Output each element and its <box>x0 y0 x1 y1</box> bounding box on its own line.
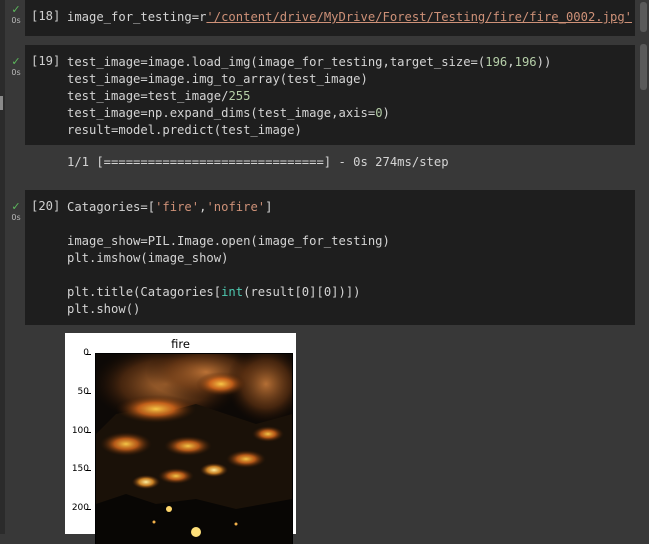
cell-18-status[interactable]: ✓ 0s <box>7 4 25 25</box>
cell-duration: 0s <box>11 16 21 25</box>
cell-prompt: [18] <box>31 9 61 23</box>
y-tick-label: 50 <box>77 387 89 397</box>
cell-duration: 0s <box>11 213 21 222</box>
fire-image-graphic <box>96 354 292 544</box>
plot-title: fire <box>171 337 190 351</box>
file-path-string: '/content/drive/MyDrive/Forest/Testing/f… <box>206 10 632 24</box>
scrollbar-thumb[interactable] <box>640 2 647 32</box>
check-icon: ✓ <box>11 3 21 16</box>
cell-code[interactable]: test_image=image.load_img(image_for_test… <box>67 54 551 139</box>
cell-19-output: 1/1 [==============================] - 0… <box>67 155 449 169</box>
check-icon: ✓ <box>11 200 21 213</box>
code-cell-19[interactable]: [19] test_image=image.load_img(image_for… <box>25 45 635 145</box>
cell-prompt: [20] <box>31 199 61 213</box>
cell-prompt: [19] <box>31 54 61 68</box>
fire-image <box>95 353 293 544</box>
plot-figure: fire 0 50 100 150 200 <box>65 333 296 544</box>
code-cell-20[interactable]: [20] Catagories=['fire','nofire'] image_s… <box>25 190 635 325</box>
y-tick-label: 100 <box>71 426 89 436</box>
cell-20-status[interactable]: ✓ 0s <box>7 201 25 222</box>
check-icon: ✓ <box>11 55 21 68</box>
cell-code[interactable]: image_for_testing=r'/content/drive/MyDri… <box>67 9 632 26</box>
y-tick-label: 0 <box>83 348 89 358</box>
y-tick-label: 150 <box>71 464 89 474</box>
cell-code[interactable]: Catagories=['fire','nofire'] image_show=P… <box>67 199 390 318</box>
y-tick-label: 200 <box>71 503 89 513</box>
notebook-left-strip <box>0 0 5 534</box>
active-cell-marker <box>0 96 3 110</box>
cell-19-status[interactable]: ✓ 0s <box>7 56 25 77</box>
cell-duration: 0s <box>11 68 21 77</box>
scrollbar-thumb[interactable] <box>640 44 647 90</box>
code-cell-18[interactable]: [18] image_for_testing=r'/content/drive/… <box>25 0 635 36</box>
